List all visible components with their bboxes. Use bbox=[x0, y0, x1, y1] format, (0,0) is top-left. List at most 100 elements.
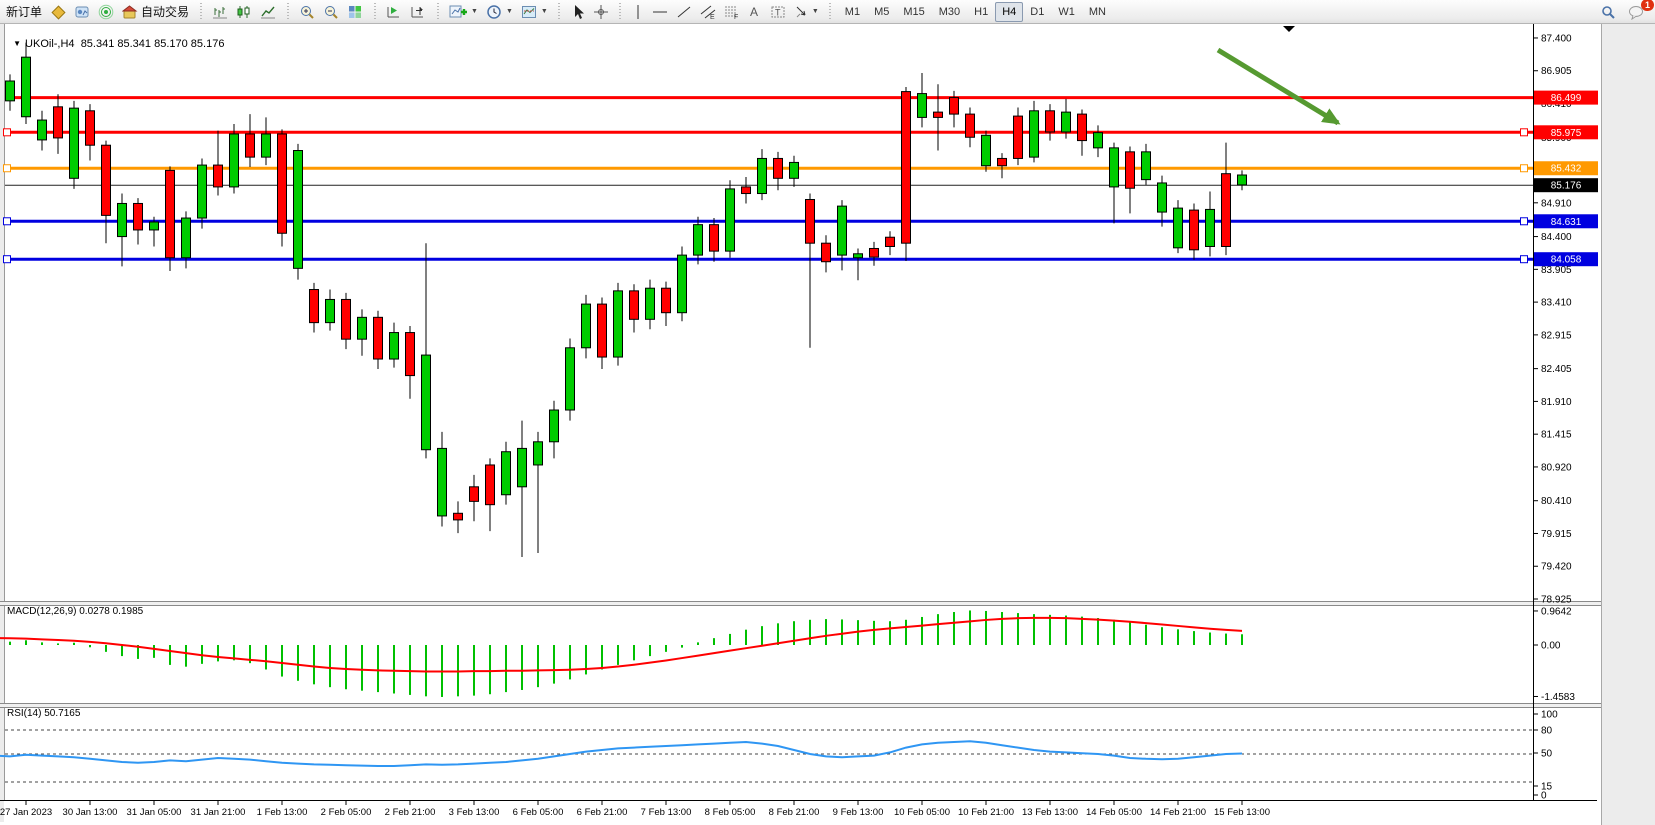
toolbar-separator bbox=[618, 3, 623, 21]
template-chart-icon bbox=[521, 4, 537, 20]
periods-button[interactable]: ▼ bbox=[482, 2, 517, 22]
timeframe-w1-button[interactable]: W1 bbox=[1051, 2, 1082, 22]
notifications-button[interactable]: 1 bbox=[1624, 2, 1649, 22]
crosshair-icon bbox=[593, 4, 609, 20]
templates-button[interactable]: ▼ bbox=[517, 2, 552, 22]
time-tick-label: 6 Feb 21:00 bbox=[577, 807, 628, 818]
timeframe-h4-button[interactable]: H4 bbox=[995, 2, 1023, 22]
price-tick-label: 87.400 bbox=[1541, 33, 1572, 44]
level-handle[interactable] bbox=[1521, 165, 1528, 172]
new-order-button[interactable]: 新订单 bbox=[2, 2, 46, 22]
candle-body bbox=[886, 237, 895, 246]
rsi-tick-label: 80 bbox=[1541, 726, 1553, 737]
candle-body bbox=[358, 317, 367, 339]
autotrading-button[interactable]: 自动交易 bbox=[118, 2, 193, 22]
time-tick-label: 1 Feb 13:00 bbox=[257, 807, 308, 818]
trendline-tool-button[interactable] bbox=[672, 2, 696, 22]
accounts-button[interactable] bbox=[70, 2, 94, 22]
time-tick-label: 8 Feb 05:00 bbox=[705, 807, 756, 818]
trendline-icon bbox=[676, 4, 692, 20]
candle-body bbox=[342, 299, 351, 339]
chart-canvas[interactable]: 87.40086.90586.41085.90084.91084.40083.9… bbox=[0, 0, 1601, 825]
candle-body bbox=[550, 410, 559, 442]
price-tick-label: 84.400 bbox=[1541, 232, 1572, 243]
crosshair-button[interactable] bbox=[589, 2, 613, 22]
timeframe-m15-button[interactable]: M15 bbox=[896, 2, 931, 22]
rsi-tick-label: 100 bbox=[1541, 710, 1558, 721]
chart-shift-button[interactable] bbox=[406, 2, 430, 22]
candle-body bbox=[678, 255, 687, 313]
macd-tick-label: -1.4583 bbox=[1541, 692, 1575, 703]
tile-windows-icon bbox=[347, 4, 363, 20]
candle-body bbox=[22, 57, 31, 117]
candle-body bbox=[854, 254, 863, 258]
candle-body bbox=[406, 333, 415, 376]
candle-body bbox=[1046, 111, 1055, 132]
candle-body bbox=[1078, 114, 1087, 140]
time-tick-label: 30 Jan 13:00 bbox=[63, 807, 118, 818]
timeframe-mn-button[interactable]: MN bbox=[1082, 2, 1113, 22]
level-handle[interactable] bbox=[4, 165, 11, 172]
candle-body bbox=[310, 290, 319, 323]
candle-body bbox=[1174, 208, 1183, 248]
candle-body bbox=[278, 134, 287, 233]
candle-body bbox=[1206, 209, 1215, 246]
arrows-tool-button[interactable]: ▼ bbox=[790, 2, 823, 22]
search-button[interactable] bbox=[1596, 2, 1620, 22]
vertical-line-tool-button[interactable] bbox=[628, 2, 648, 22]
chevron-down-icon: ▼ bbox=[471, 8, 478, 15]
order-book-button[interactable] bbox=[46, 2, 70, 22]
candle-body bbox=[1062, 112, 1071, 132]
line-chart-button[interactable] bbox=[256, 2, 280, 22]
bar-chart-icon bbox=[212, 4, 228, 20]
candle-body bbox=[758, 158, 767, 193]
price-tick-label: 86.905 bbox=[1541, 66, 1572, 77]
timeframe-m1-button[interactable]: M1 bbox=[838, 2, 867, 22]
candle-body bbox=[454, 513, 463, 520]
horizontal-line-tool-button[interactable] bbox=[648, 2, 672, 22]
macd-indicator-label: MACD(12,26,9) 0.0278 0.1985 bbox=[7, 606, 143, 617]
price-tick-label: 79.420 bbox=[1541, 562, 1572, 573]
time-tick-label: 31 Jan 05:00 bbox=[127, 807, 182, 818]
candle-body bbox=[390, 333, 399, 359]
profile-chart-icon bbox=[74, 4, 90, 20]
indicators-button[interactable]: ▼ bbox=[445, 2, 482, 22]
zoom-out-button[interactable] bbox=[319, 2, 343, 22]
timeframe-h1-button[interactable]: H1 bbox=[967, 2, 995, 22]
svg-text:F: F bbox=[734, 14, 738, 20]
candle-body bbox=[470, 487, 479, 502]
bar-chart-button[interactable] bbox=[208, 2, 232, 22]
timeframe-m5-button[interactable]: M5 bbox=[867, 2, 896, 22]
level-handle[interactable] bbox=[1521, 218, 1528, 225]
time-tick-label: 14 Feb 21:00 bbox=[1150, 807, 1206, 818]
candlestick-chart-button[interactable] bbox=[232, 2, 256, 22]
level-handle[interactable] bbox=[1521, 129, 1528, 136]
zoom-in-button[interactable] bbox=[295, 2, 319, 22]
text-tool-button[interactable]: A bbox=[744, 2, 766, 22]
candle-body bbox=[38, 120, 47, 140]
level-handle[interactable] bbox=[4, 218, 11, 225]
fibonacci-tool-button[interactable]: F bbox=[720, 2, 744, 22]
equidistant-channel-button[interactable]: E bbox=[696, 2, 720, 22]
price-tick-label: 83.410 bbox=[1541, 298, 1572, 309]
candle-body bbox=[918, 94, 927, 118]
cursor-arrow-icon bbox=[571, 4, 585, 20]
level-handle[interactable] bbox=[1521, 256, 1528, 263]
level-handle[interactable] bbox=[4, 129, 11, 136]
zoom-in-icon bbox=[299, 4, 315, 20]
candle-body bbox=[982, 135, 991, 165]
timeframe-m30-button[interactable]: M30 bbox=[932, 2, 967, 22]
tile-windows-button[interactable] bbox=[343, 2, 367, 22]
text-label-tool-button[interactable]: T bbox=[766, 2, 790, 22]
cursor-button[interactable] bbox=[567, 2, 589, 22]
auto-scroll-button[interactable] bbox=[382, 2, 406, 22]
candle-body bbox=[150, 222, 159, 230]
timeframe-d1-button[interactable]: D1 bbox=[1023, 2, 1051, 22]
signals-button[interactable] bbox=[94, 2, 118, 22]
chart-dropdown-caret[interactable]: ▼ bbox=[13, 39, 21, 48]
chart-ohlc-values: 85.341 85.341 85.170 85.176 bbox=[81, 38, 225, 50]
level-handle[interactable] bbox=[4, 256, 11, 263]
time-tick-label: 2 Feb 21:00 bbox=[385, 807, 436, 818]
time-tick-label: 10 Feb 21:00 bbox=[958, 807, 1014, 818]
candle-body bbox=[326, 299, 335, 322]
